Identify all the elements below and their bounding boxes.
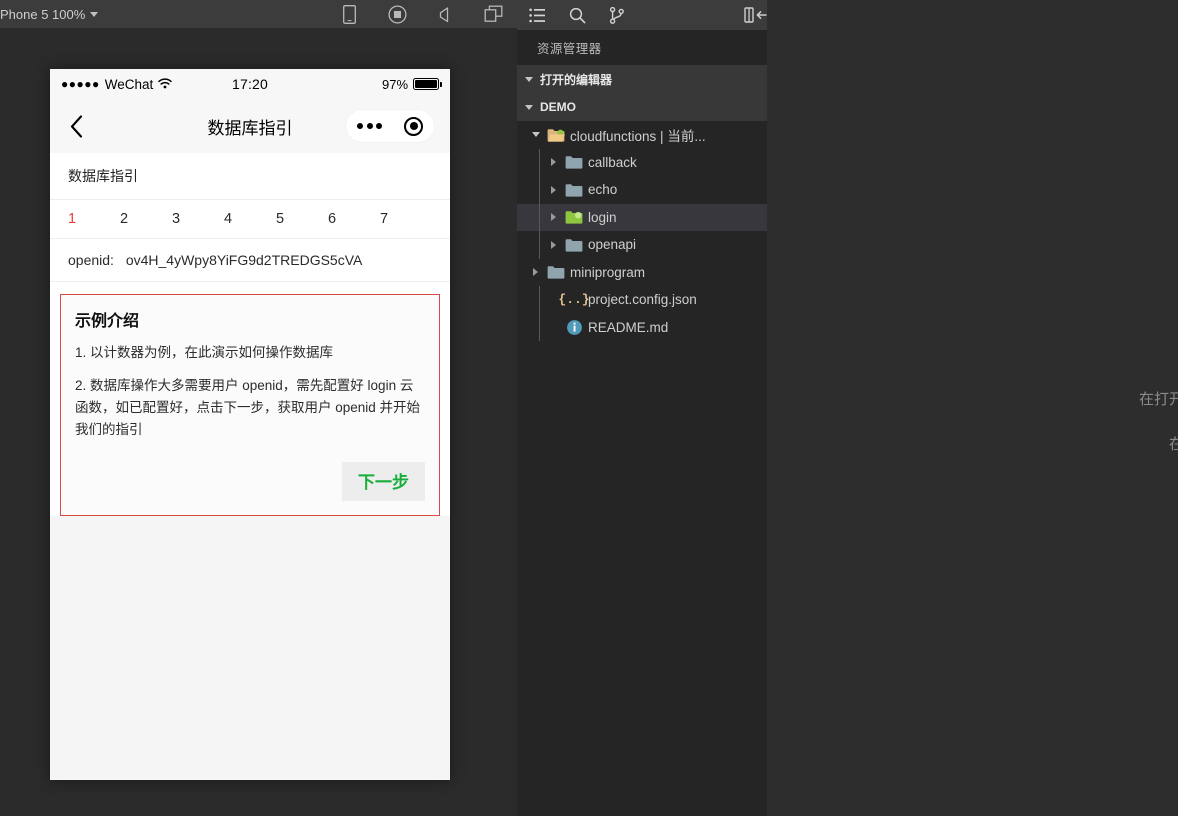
intro-card-line-2: 2. 数据库操作大多需要用户 openid，需先配置好 login 云函数，如已…: [75, 377, 421, 437]
chevron-right-icon: [547, 158, 563, 167]
tree-item-label: cloudfunctions | 当前...: [570, 128, 706, 144]
sidebar-title: 资源管理器: [537, 42, 602, 56]
step-tab-1[interactable]: 1: [68, 211, 120, 227]
chevron-down-icon: [90, 11, 99, 17]
chevron-right-icon: [529, 268, 545, 277]
chevron-down-icon: [525, 76, 533, 82]
tree-item-callback[interactable]: callback: [517, 148, 767, 176]
step-tab-5[interactable]: 5: [276, 211, 328, 227]
tree-item-label: login: [588, 209, 617, 225]
battery-icon: [413, 78, 443, 90]
chevron-down-icon: [525, 104, 533, 110]
collapse-sidebar-icon[interactable]: [744, 0, 768, 30]
tree-indent-guide: [539, 176, 540, 204]
signal-dots-icon: ●●●●●: [61, 77, 100, 91]
next-button-wrap: 下一步: [75, 462, 425, 502]
target-icon[interactable]: [404, 116, 423, 136]
next-step-button[interactable]: 下一步: [342, 462, 425, 502]
chevron-right-icon: [547, 213, 563, 222]
folder-icon: [563, 183, 585, 197]
tree-item-label: callback: [588, 154, 637, 170]
phone-page-body: 数据库指引 1 2 3 4 5 6 7 openid: ov4H_4yWpy8Y…: [50, 153, 450, 517]
source-control-icon[interactable]: [597, 0, 637, 30]
tree-item-echo[interactable]: echo: [517, 176, 767, 204]
page-heading: 数据库指引: [50, 153, 450, 200]
step-tabs: 1 2 3 4 5 6 7: [50, 200, 450, 239]
record-icon[interactable]: [387, 4, 407, 24]
intro-card-title: 示例介绍: [75, 313, 140, 330]
wechat-capsule-button[interactable]: [346, 110, 434, 142]
phone-status-bar: ●●●●● WeChat 17:20 97%: [50, 69, 450, 99]
tree-item-label: echo: [588, 182, 618, 198]
tree-item-project-config-json[interactable]: {..} project.config.json: [517, 286, 767, 314]
tree-item-label: miniprogram: [570, 264, 646, 280]
phone-simulator-screen: ●●●●● WeChat 17:20 97% 数据库指引 数据库指引 1 2 3…: [50, 69, 450, 780]
watermark-line: 在工作台中定位: [1168, 436, 1178, 453]
status-right: 97%: [268, 76, 443, 92]
tree-indent-guide: [539, 231, 540, 259]
volume-icon[interactable]: [435, 4, 455, 24]
battery-percent-label: 97%: [381, 76, 409, 92]
ellipsis-icon[interactable]: [357, 123, 382, 129]
explorer-icon[interactable]: [517, 0, 557, 30]
folder-icon: [545, 128, 567, 142]
app-window: Phone 5 100% ●●●●● WeChat 17:20 97% 数据库指…: [0, 0, 1178, 816]
step-tab-4[interactable]: 4: [224, 211, 276, 227]
section-demo-label: DEMO: [540, 100, 576, 114]
editor-area: 在打开的文件间切换在工作台中定位切换侧边栏: [767, 0, 1178, 816]
tree-item-openapi[interactable]: openapi: [517, 231, 767, 259]
tree-indent-guide: [539, 203, 540, 231]
simulator-pane: Phone 5 100% ●●●●● WeChat 17:20 97% 数据库指…: [0, 0, 517, 816]
step-tab-3[interactable]: 3: [172, 211, 224, 227]
tree-item-label: README.md: [588, 319, 669, 335]
folder-icon: [545, 265, 567, 279]
chevron-right-icon: [547, 240, 563, 249]
folder-icon: [563, 210, 585, 224]
simulator-tool-icons: [339, 0, 503, 28]
wifi-icon: [158, 77, 173, 92]
tree-item-miniprogram[interactable]: miniprogram: [517, 259, 767, 287]
step-tab-7[interactable]: 7: [380, 211, 432, 227]
vscode-titlebar-icons: [517, 0, 778, 30]
tree-item-login[interactable]: login: [517, 203, 767, 231]
carrier-label: WeChat: [104, 76, 154, 92]
tree-item-readme-md[interactable]: README.md: [517, 313, 767, 341]
phone-icon[interactable]: [339, 4, 359, 24]
phone-nav-bar: 数据库指引: [50, 99, 450, 153]
chevron-right-icon: [547, 185, 563, 194]
device-selector[interactable]: Phone 5 100%: [0, 6, 99, 22]
tree-item-label: project.config.json: [588, 292, 697, 308]
step-tab-2[interactable]: 2: [120, 211, 172, 227]
back-button[interactable]: [62, 112, 90, 140]
intro-card-line-1: 1. 以计数器为例，在此演示如何操作数据库: [75, 345, 334, 360]
folder-icon: [563, 155, 585, 169]
section-open-editors[interactable]: 打开的编辑器: [517, 65, 767, 93]
openid-row: openid: ov4H_4yWpy8YiFG9d2TREDGS5cVA: [50, 239, 450, 282]
tree-item-cloudfunctions[interactable]: cloudfunctions | 当前...: [517, 121, 767, 149]
tree-indent-guide: [539, 313, 540, 341]
json-file-icon: {..}: [558, 292, 590, 308]
step-tab-6[interactable]: 6: [328, 211, 380, 227]
markdown-file-icon: [563, 319, 585, 336]
openid-value: ov4H_4yWpy8YiFG9d2TREDGS5cVA: [125, 252, 363, 268]
multi-window-icon[interactable]: [483, 4, 503, 24]
file-tree: cloudfunctions | 当前... callback echo login o…: [517, 121, 767, 341]
tree-item-label: openapi: [588, 237, 637, 253]
folder-icon: [563, 238, 585, 252]
section-demo[interactable]: DEMO: [517, 93, 767, 121]
status-left: ●●●●● WeChat: [61, 77, 232, 92]
simulator-toolbar: Phone 5 100%: [0, 0, 517, 28]
watermark-line: 在打开的文件间切换: [1138, 391, 1178, 408]
device-selector-label: Phone 5 100%: [0, 6, 86, 22]
section-open-editors-label: 打开的编辑器: [540, 72, 613, 87]
chevron-down-icon: [529, 132, 545, 138]
vscode-sidebar: 资源管理器 打开的编辑器 DEMO cloudfunctions | 当前...…: [517, 30, 767, 816]
tree-indent-guide: [539, 286, 540, 314]
openid-label: openid:: [68, 252, 114, 268]
status-time: 17:20: [231, 76, 269, 92]
tree-indent-guide: [539, 148, 540, 176]
search-icon[interactable]: [557, 0, 597, 30]
intro-card: 示例介绍 1. 以计数器为例，在此演示如何操作数据库 2. 数据库操作大多需要用…: [60, 294, 440, 517]
